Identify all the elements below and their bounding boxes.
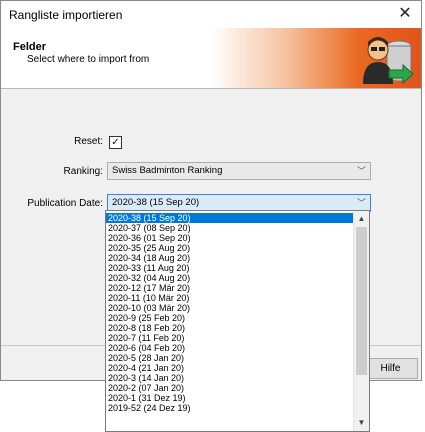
person-database-import-icon — [363, 37, 414, 85]
dropdown-option[interactable]: 2020-36 (01 Sep 20) — [106, 233, 354, 243]
header-subtitle: Select where to import from — [27, 54, 150, 65]
publication-date-options: 2020-38 (15 Sep 20) 2020-37 (08 Sep 20) 20… — [106, 213, 354, 413]
dropdown-option[interactable]: 2020-7 (11 Feb 20) — [106, 333, 354, 343]
dropdown-option[interactable]: 2020-3 (14 Jan 20) — [106, 373, 354, 383]
window-title: Rangliste importieren — [9, 8, 123, 22]
chevron-down-icon: ﹀ — [356, 198, 366, 208]
dropdown-option[interactable]: 2020-37 (08 Sep 20) — [106, 223, 354, 233]
dropdown-option[interactable]: 2020-38 (15 Sep 20) — [106, 213, 354, 223]
ranking-select-value: Swiss Badminton Ranking — [112, 165, 223, 176]
publication-date-dropdown[interactable]: 2020-38 (15 Sep 20) 2020-37 (08 Sep 20) 20… — [105, 210, 370, 432]
title-bar: Rangliste importieren ✕ — [1, 1, 421, 28]
wizard-header: Felder Select where to import from — [1, 28, 421, 89]
dropdown-option[interactable]: 2020-12 (17 Mär 20) — [106, 283, 354, 293]
header-title: Felder — [13, 41, 47, 53]
ranking-label: Ranking: — [63, 166, 103, 177]
ranking-select[interactable]: Swiss Badminton Ranking ﹀ — [107, 162, 371, 180]
dropdown-option[interactable]: 2020-34 (18 Aug 20) — [106, 253, 354, 263]
scroll-thumb[interactable] — [356, 227, 367, 375]
dropdown-option[interactable]: 2020-11 (10 Mär 20) — [106, 293, 354, 303]
dropdown-option[interactable]: 2020-5 (28 Jan 20) — [106, 353, 354, 363]
scroll-up-icon[interactable]: ▲ — [354, 212, 369, 226]
reset-label: Reset: — [74, 136, 103, 147]
dropdown-option[interactable]: 2020-8 (18 Feb 20) — [106, 323, 354, 333]
chevron-down-icon: ﹀ — [356, 166, 366, 176]
dropdown-option[interactable]: 2019-52 (24 Dez 19) — [106, 403, 354, 413]
help-button[interactable]: Hilfe — [363, 358, 418, 379]
dropdown-option[interactable]: 2020-1 (31 Dez 19) — [106, 393, 354, 403]
dropdown-option[interactable]: 2020-10 (03 Mär 20) — [106, 303, 354, 313]
dropdown-option[interactable]: 2020-4 (21 Jan 20) — [106, 363, 354, 373]
dropdown-option[interactable]: 2020-2 (07 Jan 20) — [106, 383, 354, 393]
reset-checkbox[interactable]: ✓ — [109, 136, 122, 149]
publication-date-label: Publication Date: — [27, 198, 103, 209]
dropdown-option[interactable]: 2020-33 (11 Aug 20) — [106, 263, 354, 273]
scroll-down-icon[interactable]: ▼ — [354, 416, 369, 430]
dropdown-option[interactable]: 2020-35 (25 Aug 20) — [106, 243, 354, 253]
dropdown-option[interactable]: 2020-6 (04 Feb 20) — [106, 343, 354, 353]
close-icon[interactable]: ✕ — [393, 3, 417, 25]
publication-date-select-value: 2020-38 (15 Sep 20) — [112, 197, 200, 208]
dropdown-option[interactable]: 2020-9 (25 Feb 20) — [106, 313, 354, 323]
dropdown-scrollbar[interactable]: ▲ ▼ — [353, 211, 369, 431]
dropdown-option[interactable]: 2020-32 (04 Aug 20) — [106, 273, 354, 283]
